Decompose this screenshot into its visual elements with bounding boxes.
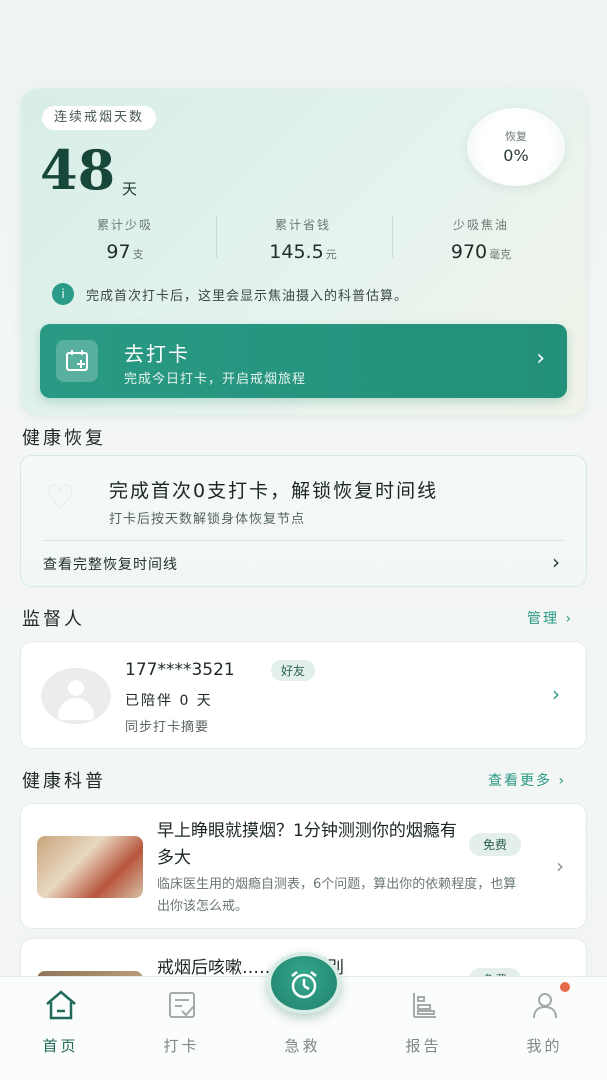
stat-label: 少吸焦油 <box>452 218 509 232</box>
tab-report[interactable]: 报告 <box>363 977 484 1056</box>
chevron-right-icon[interactable]: › <box>556 854 564 878</box>
tab-checkin[interactable]: 打卡 <box>121 977 242 1056</box>
supervisor-card[interactable]: 177****3521 好友 已陪伴 0 天 同步打卡摘要 › <box>20 641 587 749</box>
free-badge: 免费 <box>469 833 522 856</box>
recovery-label: 恢复 <box>505 130 527 143</box>
accompany-days: 已陪伴 0 天 <box>125 693 213 709</box>
checkin-icon <box>121 983 242 1023</box>
stat-money: 累计省钱 145.5 元 <box>218 216 388 263</box>
sos-button[interactable] <box>267 952 341 1014</box>
calendar-plus-icon <box>56 340 98 382</box>
home-icon <box>0 983 121 1023</box>
stat-label: 累计省钱 <box>274 218 331 232</box>
streak-unit: 天 <box>122 180 138 198</box>
chevron-right-icon: › <box>536 346 545 371</box>
sync-summary: 同步打卡摘要 <box>125 720 210 735</box>
stat-unit: 毫克 <box>489 248 512 261</box>
streak-days: 48 <box>40 138 116 202</box>
recovery-card-subtitle: 打卡后按天数解锁身体恢复节点 <box>109 512 306 527</box>
heart-icon: ♡ <box>45 478 76 518</box>
view-more-link[interactable]: 查看更多 › <box>488 770 566 790</box>
report-icon <box>363 983 484 1023</box>
friend-badge: 好友 <box>271 660 316 681</box>
stat-divider <box>216 216 217 258</box>
chevron-right-icon[interactable]: › <box>552 682 560 706</box>
tab-label: 打卡 <box>163 1037 200 1055</box>
article-title: 早上睁眼就摸烟？1分钟测测你的烟瘾有多大 <box>157 821 457 868</box>
tab-label: 我的 <box>526 1037 563 1055</box>
recovery-circle[interactable]: 恢复 0% <box>467 108 565 186</box>
section-title-science: 健康科普 <box>22 771 106 792</box>
tab-label: 首页 <box>42 1037 79 1055</box>
stat-value: 145.5 <box>269 241 324 263</box>
tab-label: 报告 <box>405 1037 442 1055</box>
checkin-title: 去打卡 <box>124 342 190 366</box>
info-icon: i <box>52 283 74 305</box>
stat-tar: 少吸焦油 970 毫克 <box>396 216 566 263</box>
recovery-value: 0% <box>503 146 529 165</box>
article-thumbnail <box>37 836 143 898</box>
manage-link[interactable]: 管理 › <box>527 608 573 628</box>
section-title-supervisor: 监督人 <box>22 609 85 630</box>
info-text: 完成首次打卡后，这里会显示焦油摄入的科普估算。 <box>86 288 409 304</box>
stat-divider <box>392 216 393 258</box>
chevron-right-icon[interactable]: › <box>552 550 560 574</box>
profile-icon <box>484 983 605 1023</box>
streak-label: 连续戒烟天数 <box>42 106 157 130</box>
section-title-health-recovery: 健康恢复 <box>22 428 106 449</box>
recovery-card-title: 完成首次0支打卡，解锁恢复时间线 <box>109 480 439 502</box>
stat-unit: 元 <box>325 248 337 261</box>
tab-home[interactable]: 首页 <box>0 977 121 1056</box>
notification-dot <box>560 982 570 992</box>
article-desc: 临床医生用的烟瘾自测表，6个问题，算出你的依赖程度，也算出你该怎么戒。 <box>157 877 517 914</box>
article-card[interactable]: 早上睁眼就摸烟？1分钟测测你的烟瘾有多大 免费 临床医生用的烟瘾自测表，6个问题… <box>20 803 587 929</box>
stat-cigarettes: 累计少吸 97 支 <box>40 216 210 263</box>
divider <box>43 540 564 541</box>
tab-label: 急救 <box>284 1037 321 1055</box>
checkin-button[interactable]: 去打卡 完成今日打卡，开启戒烟旅程 › <box>40 324 567 398</box>
alarm-clock-icon <box>287 971 321 1009</box>
tab-profile[interactable]: 我的 <box>484 977 605 1056</box>
stat-label: 累计少吸 <box>96 218 153 232</box>
health-recovery-card[interactable]: ♡ 完成首次0支打卡，解锁恢复时间线 打卡后按天数解锁身体恢复节点 查看完整恢复… <box>20 455 587 587</box>
stat-value: 970 <box>450 241 488 263</box>
avatar <box>41 668 111 724</box>
info-row: i 完成首次打卡后，这里会显示焦油摄入的科普估算。 <box>52 283 408 305</box>
supervisor-phone: 177****3521 <box>125 660 235 680</box>
stat-value: 97 <box>106 241 131 263</box>
checkin-subtitle: 完成今日打卡，开启戒烟旅程 <box>124 372 307 387</box>
stat-unit: 支 <box>132 248 144 261</box>
view-timeline-link[interactable]: 查看完整恢复时间线 <box>43 554 178 574</box>
